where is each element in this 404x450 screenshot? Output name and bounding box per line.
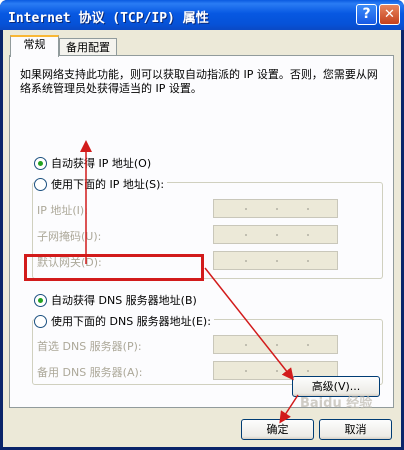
arrow-to-advanced [204, 267, 294, 381]
annotation-arrows [80, 140, 299, 424]
tab-general[interactable]: 常规 [10, 35, 59, 57]
dialog-window: Internet 协议 (TCP/IP) 属性 ? ✕ 常规 备用配置 如果网络… [0, 0, 404, 450]
arrow-to-ok [279, 394, 299, 424]
